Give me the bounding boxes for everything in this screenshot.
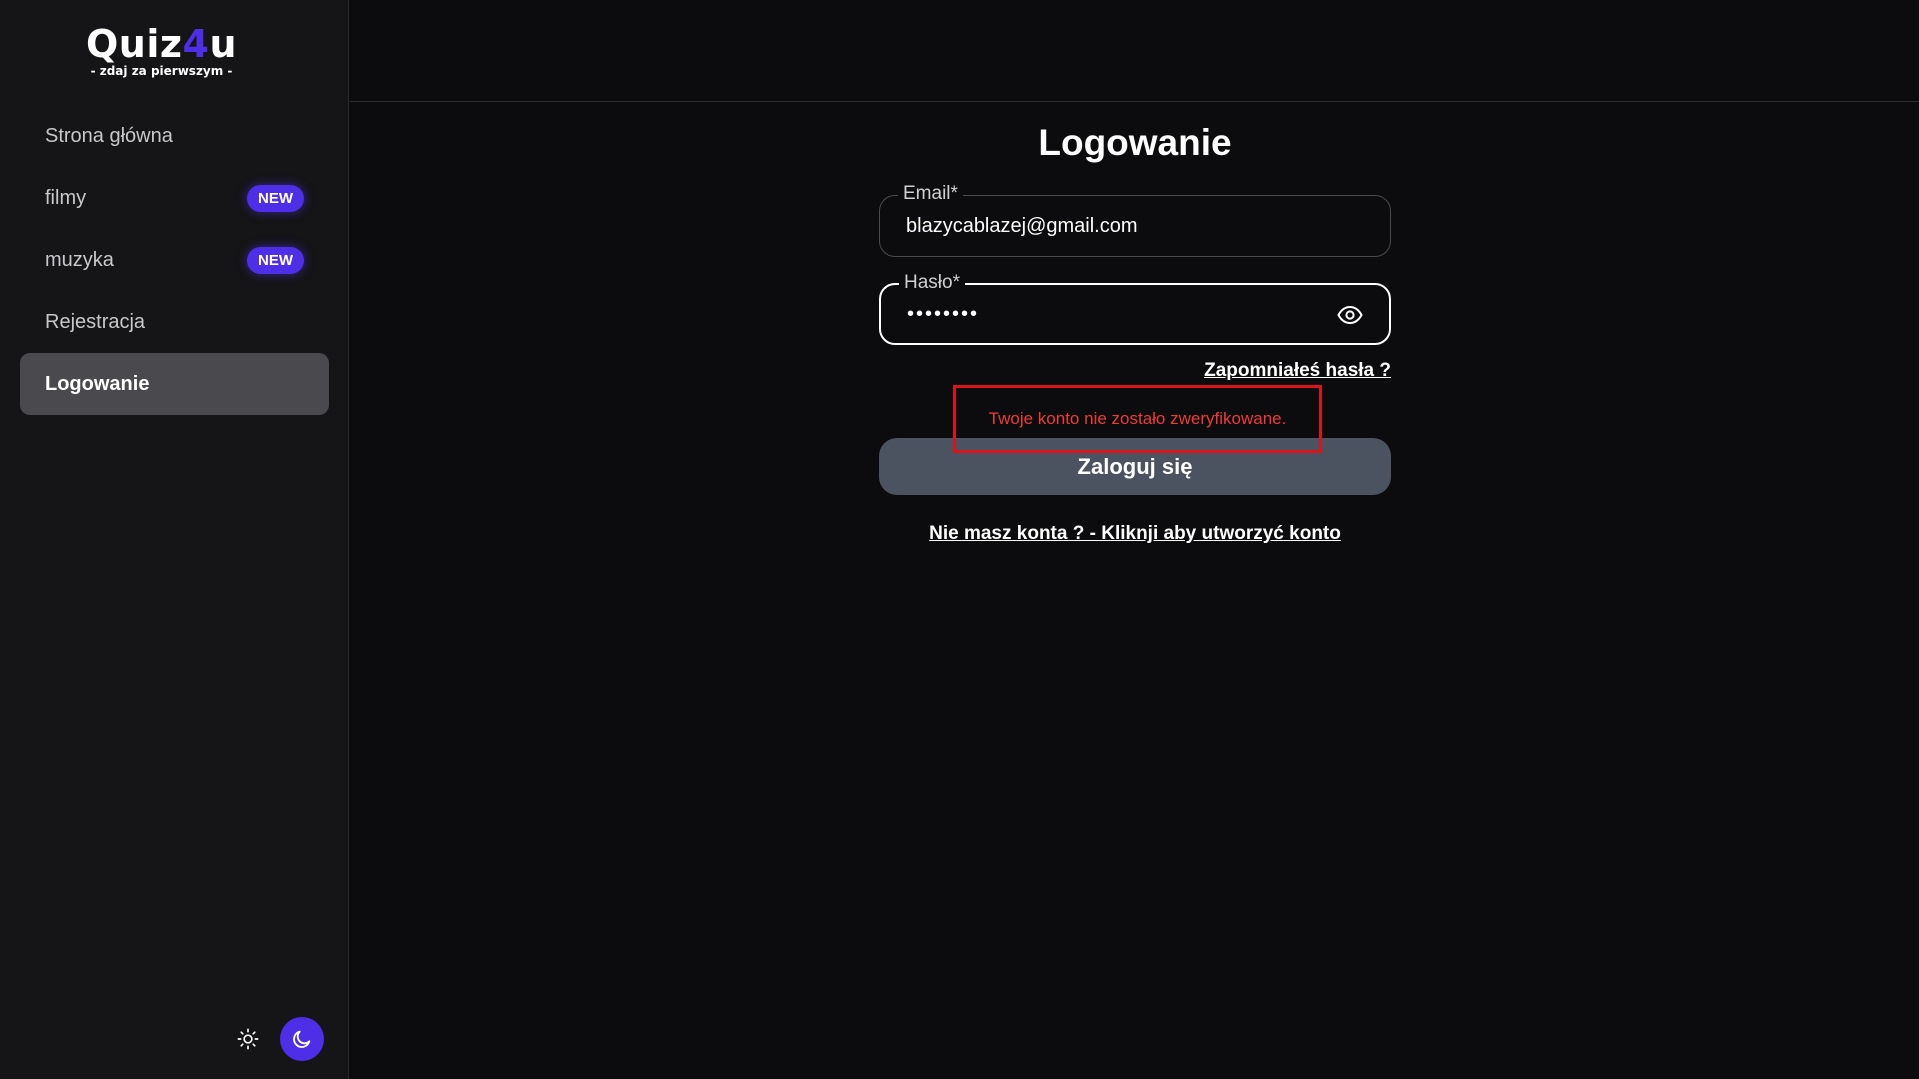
new-badge: NEW (247, 246, 304, 274)
sidebar-item-label: muzyka (45, 248, 114, 271)
moon-icon (293, 1030, 311, 1048)
email-label: Email* (898, 183, 963, 205)
sidebar-item-label: filmy (45, 186, 87, 209)
sidebar-item-strona-glowna[interactable]: Strona główna (20, 105, 329, 167)
top-header (350, 0, 1919, 102)
email-value: blazycablazej@gmail.com (906, 215, 1138, 237)
new-badge: NEW (247, 184, 304, 212)
logo-title: Quiz4u (85, 22, 237, 66)
error-message: Twoje konto nie zostało zweryfikowane. (953, 385, 1322, 453)
sidebar-item-label: Logowanie (45, 372, 150, 395)
dark-mode-button[interactable] (280, 1017, 324, 1061)
password-label: Hasło* (899, 272, 965, 294)
sidebar-nav: Strona główna filmy NEW muzyka NEW Rejes… (20, 105, 329, 415)
email-field[interactable]: Email* blazycablazej@gmail.com (879, 183, 1391, 257)
sun-icon[interactable] (236, 1027, 260, 1051)
app-logo[interactable]: Quiz4u - zdaj za pierwszym - (0, 22, 323, 78)
register-link[interactable]: Nie masz konta ? - Kliknji aby utworzyć … (879, 523, 1391, 545)
password-field[interactable]: Hasło* •••••••• (879, 272, 1391, 345)
sidebar-item-label: Rejestracja (45, 310, 146, 333)
sidebar-item-filmy[interactable]: filmy NEW (20, 167, 329, 229)
theme-toggle (236, 1017, 324, 1061)
sidebar: Quiz4u - zdaj za pierwszym - Strona głów… (0, 0, 349, 1079)
sidebar-item-rejestracja[interactable]: Rejestracja (20, 291, 329, 353)
sidebar-item-label: Strona główna (45, 124, 173, 147)
sidebar-item-muzyka[interactable]: muzyka NEW (20, 229, 329, 291)
forgot-password-link[interactable]: Zapomniałeś hasła ? (1100, 360, 1391, 382)
password-value: •••••••• (907, 303, 980, 325)
sidebar-item-logowanie[interactable]: Logowanie (20, 353, 329, 415)
eye-icon[interactable] (1337, 303, 1363, 327)
page-title: Logowanie (1038, 122, 1232, 163)
logo-subtitle: - zdaj za pierwszym - (90, 64, 233, 78)
